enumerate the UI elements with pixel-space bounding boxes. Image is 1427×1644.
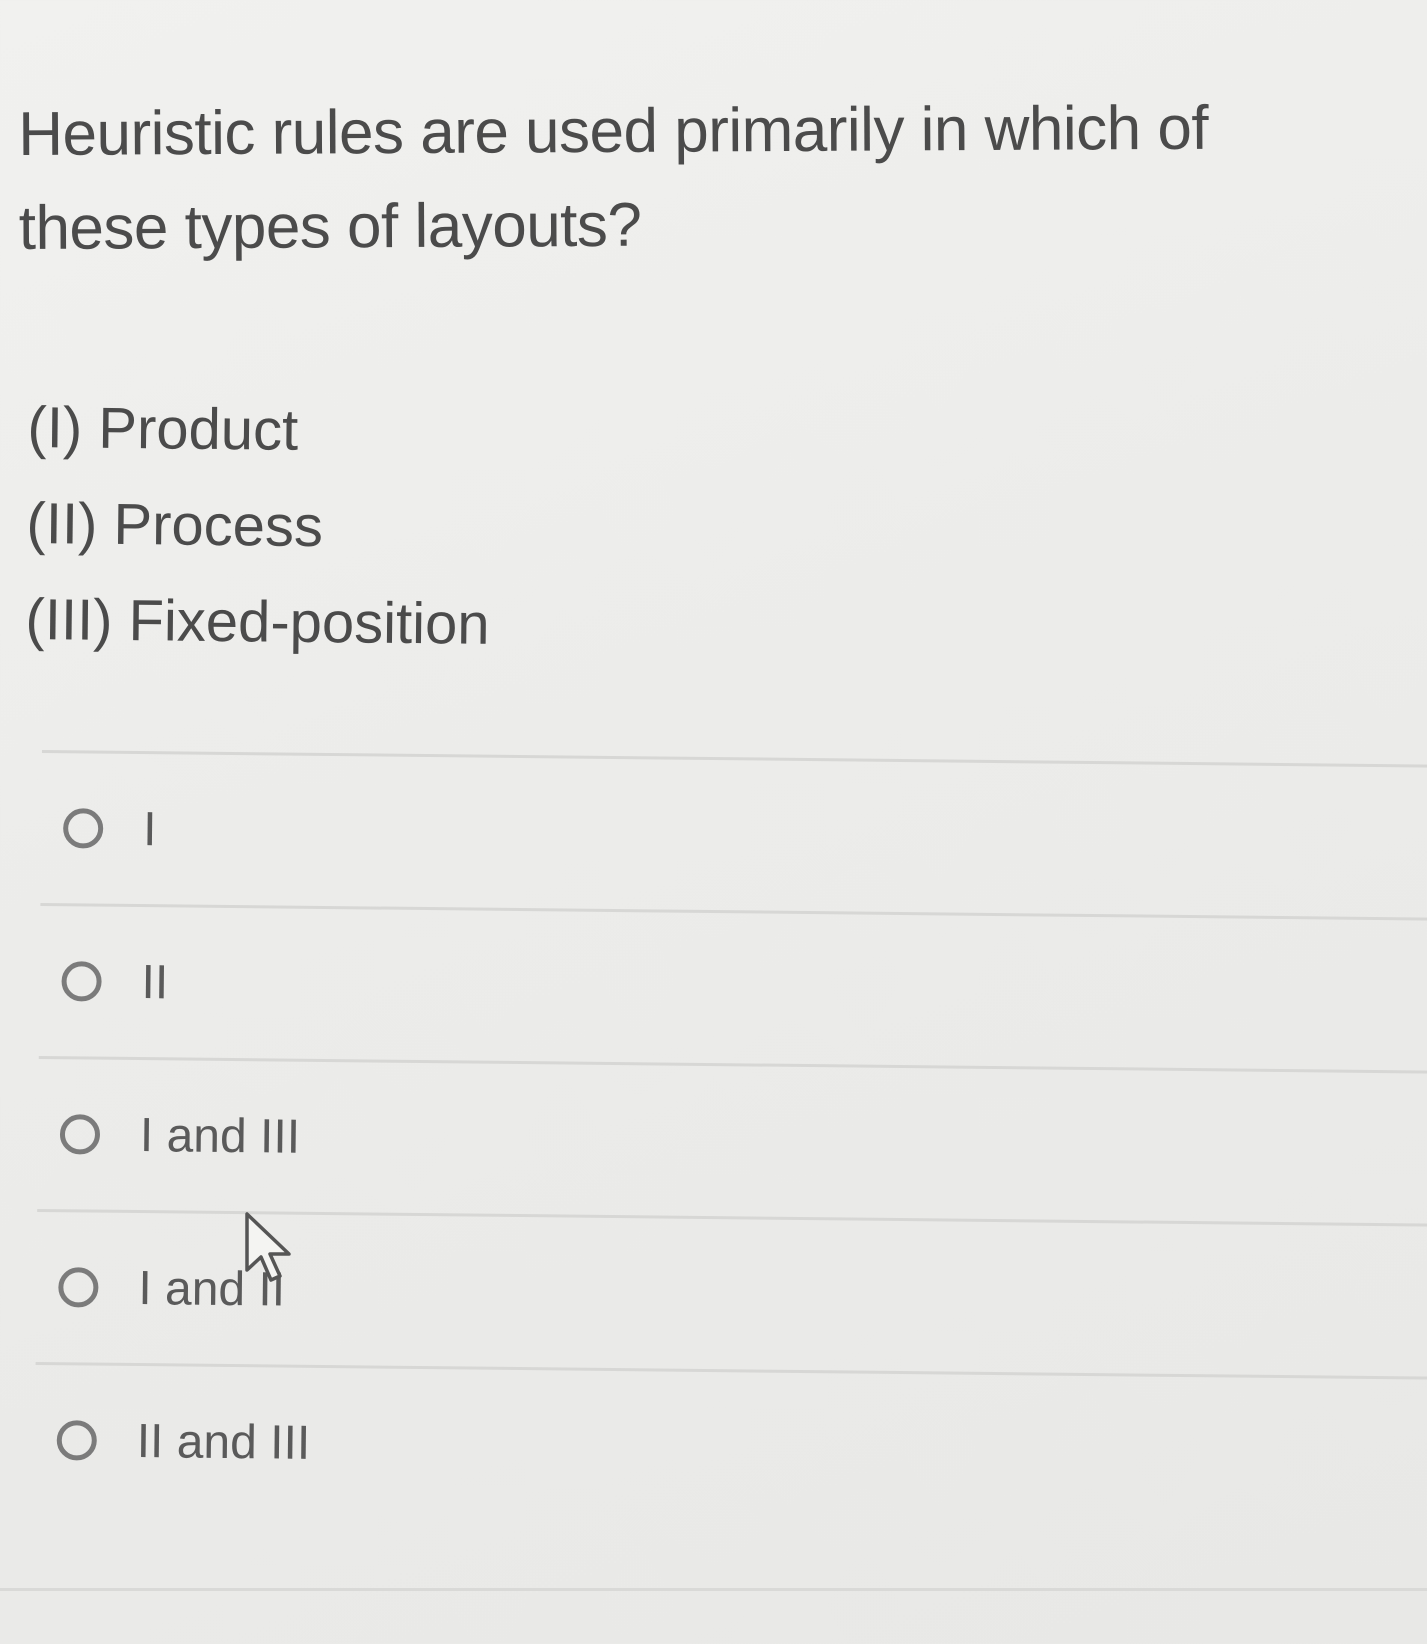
option-label: II and III (136, 1414, 311, 1470)
answer-options: I II I and III I and II II and III (34, 750, 1427, 1530)
question-line-1: Heuristic rules are used primarily in wh… (18, 93, 1209, 169)
option-i[interactable]: I (40, 753, 1427, 918)
radio-unchecked-icon[interactable] (56, 1420, 97, 1461)
statement-item: (I) Product (27, 394, 299, 463)
option-ii[interactable]: II (39, 906, 1427, 1071)
question-line-2: these types of layouts? (18, 190, 642, 263)
option-ii-and-iii[interactable]: II and III (34, 1365, 1427, 1530)
radio-unchecked-icon[interactable] (61, 961, 102, 1002)
option-label: II (141, 955, 169, 1009)
statement-item: (II) Process (26, 490, 324, 560)
statement-item: (III) Fixed-position (25, 586, 490, 657)
radio-unchecked-icon[interactable] (62, 808, 104, 849)
radio-unchecked-icon[interactable] (59, 1114, 101, 1155)
option-i-and-iii[interactable]: I and III (37, 1059, 1427, 1224)
option-label: I (142, 802, 157, 856)
radio-unchecked-icon[interactable] (58, 1267, 99, 1308)
statement-list: (I) Product (II) Process (III) Fixed-pos… (25, 380, 492, 673)
bottom-divider (0, 1588, 1427, 1591)
question-text: Heuristic rules are used primarily in wh… (18, 81, 1389, 276)
option-label: I and III (139, 1108, 301, 1164)
mouse-pointer-icon (245, 1212, 291, 1282)
